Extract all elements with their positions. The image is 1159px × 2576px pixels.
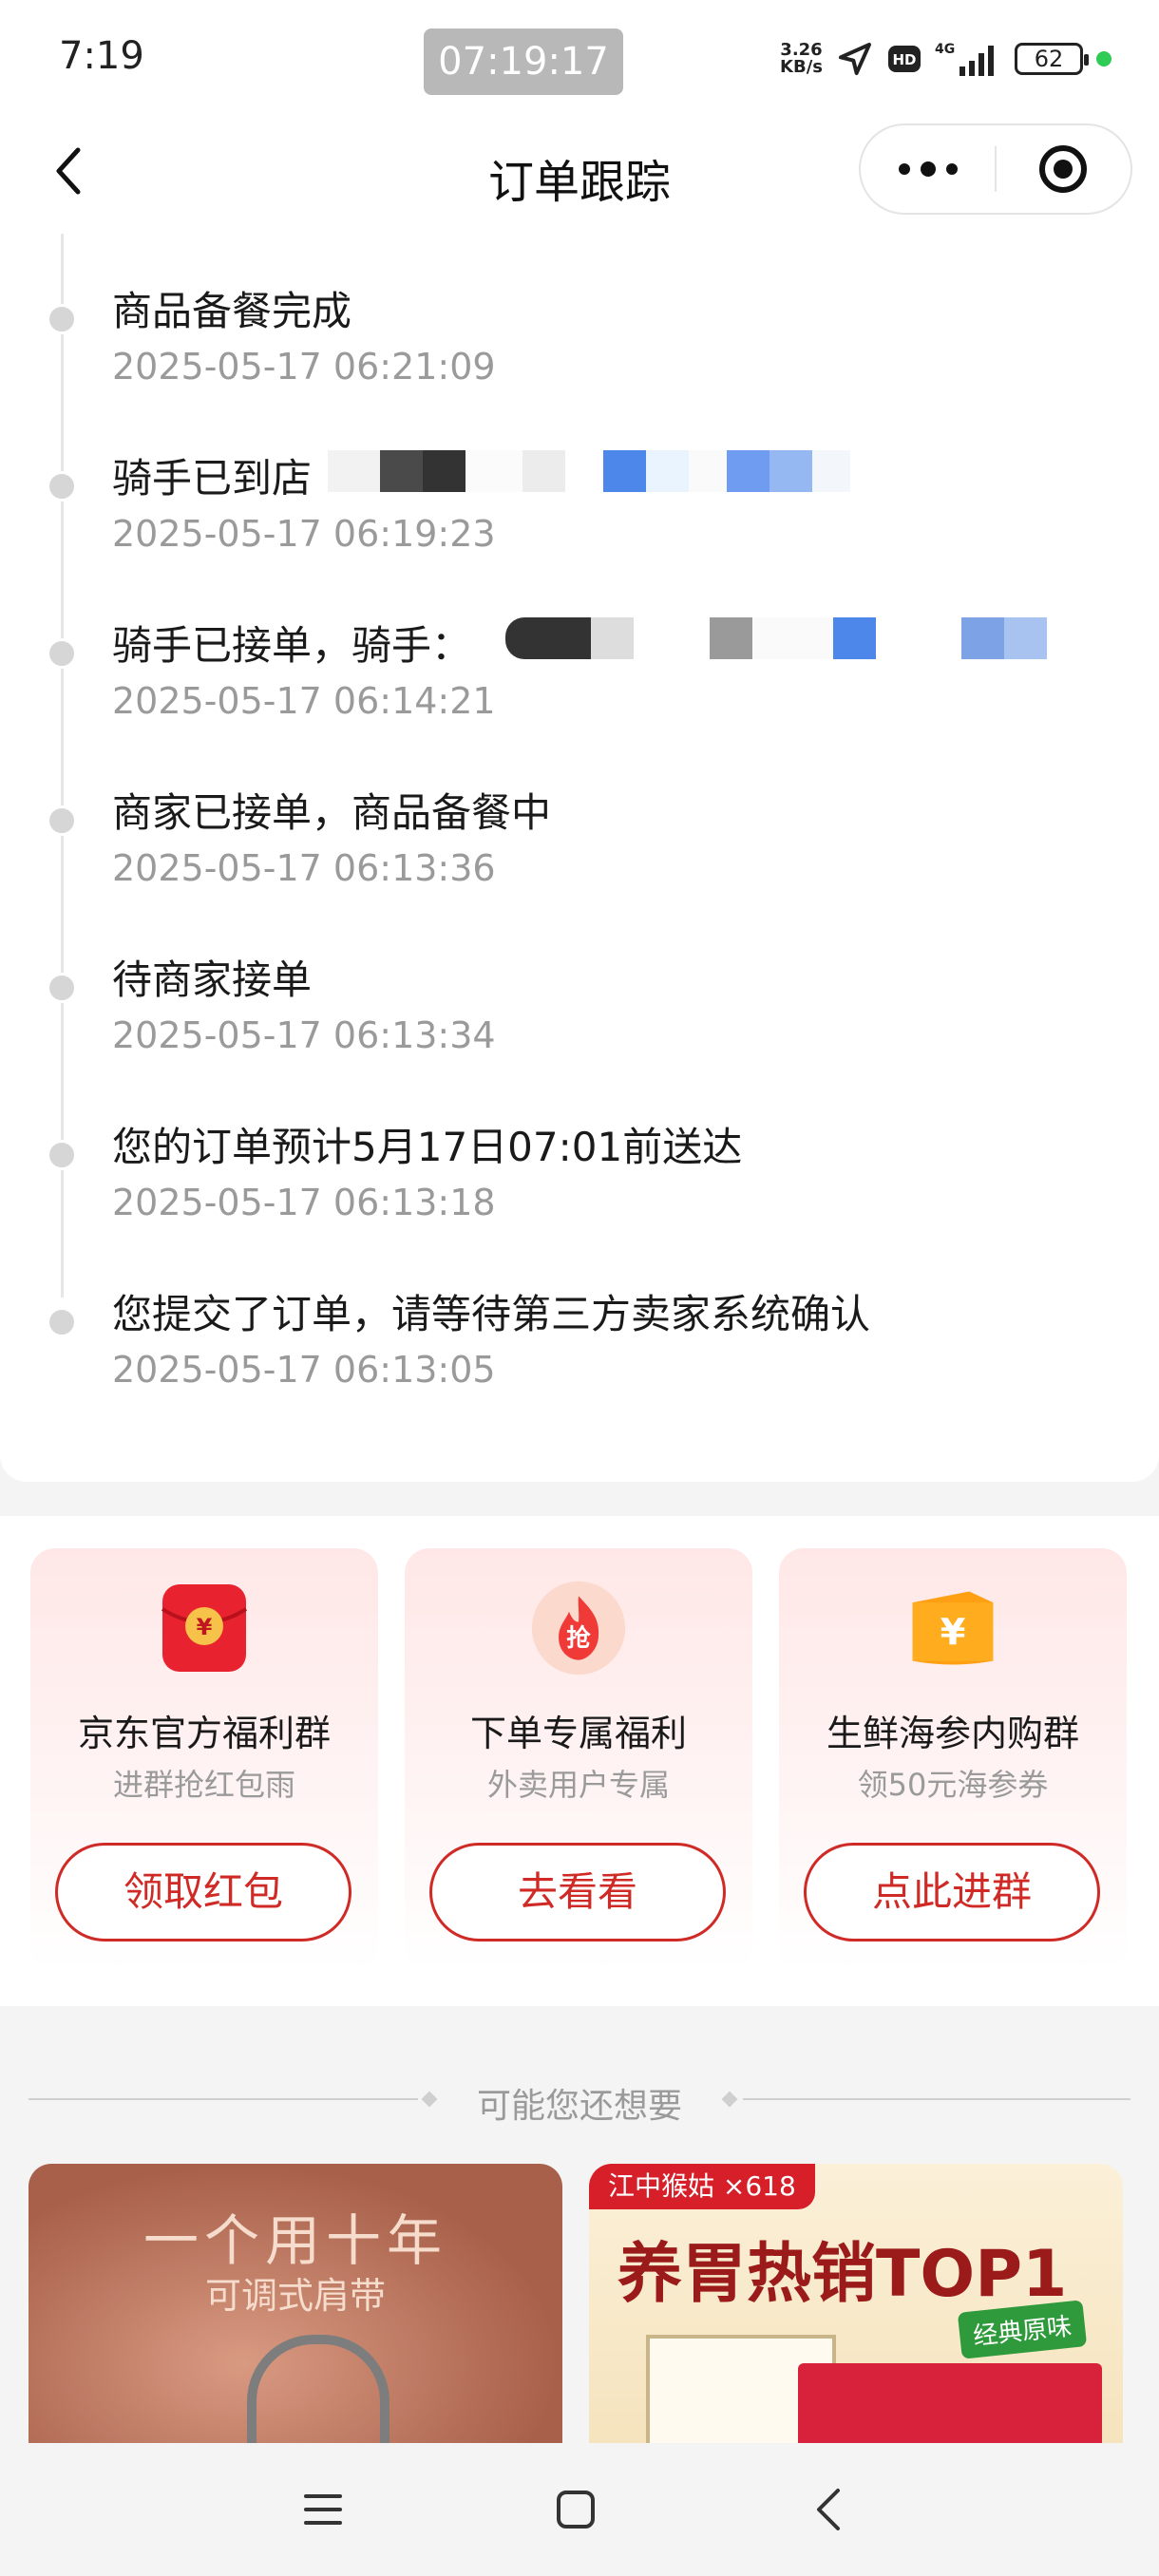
svg-text:4G: 4G: [935, 42, 955, 57]
back-triangle-icon: [817, 2489, 840, 2530]
timeline-time: 2025-05-17 06:13:05: [112, 1349, 496, 1391]
timeline-time: 2025-05-17 06:19:23: [112, 513, 496, 555]
timeline-title: 您提交了订单，请等待第三方卖家系统确认: [112, 1291, 871, 1337]
promo-title: 京东官方福利群: [77, 1713, 331, 1754]
timeline-title: 待商家接单: [112, 957, 313, 1003]
battery-icon: 62: [1015, 43, 1089, 75]
menu-icon: [304, 2494, 342, 2525]
product-subline: 可调式肩带: [204, 2275, 386, 2317]
order-timeline: 商品备餐完成 2025-05-17 06:21:09 骑手已到店 2025-05…: [0, 234, 1159, 1482]
product-box-image: [798, 2363, 1102, 2449]
timeline-time: 2025-05-17 06:21:09: [112, 346, 496, 388]
product-headline: 一个用十年: [142, 2208, 447, 2273]
timeline-item: 待商家接单 2025-05-17 06:13:34: [0, 902, 1159, 1070]
timeline-title: 骑手已到店: [112, 455, 313, 502]
timeline-dot: [47, 1140, 77, 1170]
timeline-dot: [47, 973, 77, 1003]
promo-title: 生鲜海参内购群: [826, 1713, 1079, 1754]
timeline-title: 商家已接单，商品备餐中: [112, 789, 552, 836]
timeline-dot: [47, 1307, 77, 1337]
clock-pill: 07:19:17: [424, 28, 623, 95]
product-headline: 养胃热销TOP1: [618, 2237, 1068, 2312]
timeline-item: 商家已接单，商品备餐中 2025-05-17 06:13:36: [0, 735, 1159, 902]
svg-text:¥: ¥: [197, 1614, 213, 1640]
menu-button[interactable]: [285, 2472, 361, 2548]
bag-strap-image: [247, 2335, 390, 2449]
more-button[interactable]: [861, 125, 995, 213]
more-dots-icon: [898, 161, 958, 177]
promo-subtitle: 进群抢红包雨: [112, 1767, 295, 1803]
section-heading: 可能您还想要: [476, 2087, 682, 2126]
active-dot: [1096, 51, 1112, 66]
suggestions-section: 可能您还想要 一个用十年 可调式肩带 江中猴姑 ×618 养胃热销TOP1 经典…: [0, 2006, 1159, 2449]
timeline-time: 2025-05-17 06:13:34: [112, 1014, 496, 1056]
home-button[interactable]: [538, 2472, 614, 2548]
timeline-title: 骑手已接单，骑手：: [112, 622, 472, 669]
location-arrow-icon: [836, 40, 874, 78]
promo-card[interactable]: 抢 下单专属福利 外卖用户专属 去看看: [405, 1548, 752, 1972]
nav-bar: 订单跟踪: [0, 123, 1159, 234]
grab-flame-icon: 抢: [531, 1581, 626, 1676]
net-speed: 3.26 KB/s: [780, 40, 823, 77]
timeline-dot: [47, 304, 77, 334]
timeline-item: 商品备餐完成 2025-05-17 06:21:09: [0, 234, 1159, 401]
timeline-dot: [47, 805, 77, 836]
promo-card[interactable]: ¥ 京东官方福利群 进群抢红包雨 领取红包: [30, 1548, 378, 1972]
divider-line: [743, 2098, 1130, 2100]
timeline-time: 2025-05-17 06:13:18: [112, 1182, 496, 1223]
product-card[interactable]: 一个用十年 可调式肩带: [28, 2164, 562, 2449]
close-miniapp-button[interactable]: [997, 125, 1130, 213]
go-see-button[interactable]: 去看看: [429, 1843, 726, 1941]
system-nav-bar: [0, 2443, 1159, 2576]
timeline-title: 商品备餐完成: [112, 288, 352, 334]
system-back-button[interactable]: [790, 2472, 866, 2548]
svg-text:抢: 抢: [566, 1624, 591, 1653]
promo-title: 下单专属福利: [469, 1713, 687, 1754]
promo-subtitle: 领50元海参券: [857, 1767, 1049, 1803]
status-bar: 7:19 07:19:17 3.26 KB/s HD 4G 62: [0, 0, 1159, 123]
svg-text:¥: ¥: [940, 1611, 966, 1654]
timeline-item: 骑手已到店 2025-05-17 06:19:23: [0, 401, 1159, 568]
join-group-button[interactable]: 点此进群: [804, 1843, 1100, 1941]
timeline-item: 骑手已接单，骑手： 2025-05-17 06:14:21: [0, 568, 1159, 735]
red-envelope-yen-icon: ¥: [157, 1581, 252, 1676]
timeline-time: 2025-05-17 06:14:21: [112, 680, 496, 722]
promo-subtitle: 外卖用户专属: [486, 1767, 670, 1803]
miniapp-capsule: [859, 123, 1132, 215]
timeline-title: 您的订单预计5月17日07:01前送达: [112, 1124, 743, 1170]
status-icons: 3.26 KB/s HD 4G 62: [780, 38, 1112, 80]
get-red-envelope-button[interactable]: 领取红包: [55, 1843, 352, 1941]
hd-icon: HD: [887, 45, 922, 73]
brand-tag: 江中猴姑 ×618: [589, 2164, 815, 2209]
timeline-time: 2025-05-17 06:13:36: [112, 847, 496, 889]
target-close-icon: [1039, 145, 1088, 193]
section-divider: 可能您还想要: [28, 2063, 1130, 2135]
redacted-blur: [505, 617, 1047, 659]
status-time: 7:19: [59, 34, 144, 78]
timeline-item: 您的订单预计5月17日07:01前送达 2025-05-17 06:13:18: [0, 1070, 1159, 1237]
timeline-dot: [47, 638, 77, 669]
product-card[interactable]: 江中猴姑 ×618 养胃热销TOP1 经典原味: [589, 2164, 1123, 2449]
promo-card[interactable]: ¥ 生鲜海参内购群 领50元海参券 点此进群: [779, 1548, 1127, 1972]
timeline-dot: [47, 471, 77, 502]
svg-text:HD: HD: [892, 51, 916, 68]
promo-section: ¥ 京东官方福利群 进群抢红包雨 领取红包 抢 下单专属福利 外卖用户专属 去看…: [0, 1516, 1159, 2006]
home-square-icon: [557, 2491, 595, 2529]
redacted-blur: [328, 450, 850, 492]
signal-4g-icon: 4G: [935, 40, 1001, 78]
timeline-item: 您提交了订单，请等待第三方卖家系统确认 2025-05-17 06:13:05: [0, 1237, 1159, 1404]
yen-ticket-icon: ¥: [905, 1581, 1000, 1676]
